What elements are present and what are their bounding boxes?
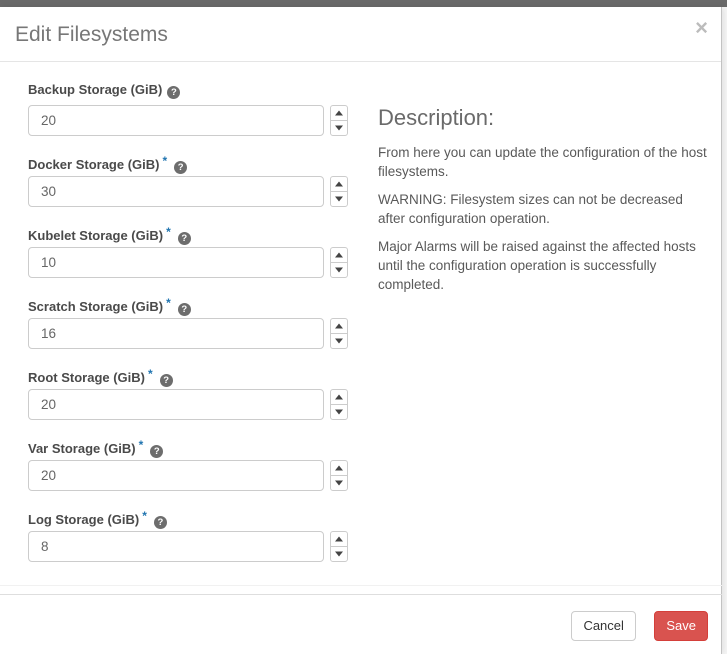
required-asterisk: * (138, 438, 144, 452)
backup-storage-input-wrap (28, 105, 348, 136)
background-navbar (0, 0, 727, 7)
kubelet-storage-input[interactable] (28, 247, 324, 278)
arrow-up-icon (335, 181, 343, 187)
kubelet-storage-spinner (330, 247, 348, 278)
log-storage-spinner (330, 531, 348, 562)
field-label-text: Scratch Storage (GiB) (28, 299, 164, 314)
field-root-storage: Root Storage (GiB) *? (28, 367, 348, 420)
docker-storage-input-wrap (28, 176, 348, 207)
spinner-up-button[interactable] (330, 318, 348, 334)
description-panel: Description: From here you can update th… (378, 105, 712, 303)
field-label-text: Kubelet Storage (GiB) (28, 228, 164, 243)
field-log-storage: Log Storage (GiB) *? (28, 509, 348, 562)
spinner-down-button[interactable] (330, 262, 348, 278)
field-label: Scratch Storage (GiB) *? (28, 296, 348, 316)
required-asterisk: * (166, 296, 171, 310)
description-paragraph: WARNING: Filesystem sizes can not be dec… (378, 192, 683, 226)
spinner-down-button[interactable] (330, 546, 348, 562)
close-button[interactable]: × (695, 17, 708, 39)
description-paragraph: From here you can update the configurati… (378, 145, 707, 179)
modal-footer: Cancel Save (0, 594, 722, 654)
edit-filesystems-modal: Edit Filesystems × Backup Storage (GiB)?… (0, 7, 722, 654)
spinner-down-button[interactable] (330, 404, 348, 420)
body-divider (0, 585, 722, 586)
spinner-down-button[interactable] (330, 120, 348, 136)
field-kubelet-storage: Kubelet Storage (GiB) *? (28, 225, 348, 278)
help-icon[interactable]: ? (150, 445, 164, 458)
backup-storage-spinner (330, 105, 348, 136)
arrow-down-icon (335, 551, 343, 557)
required-asterisk: * (142, 509, 147, 523)
field-docker-storage: Docker Storage (GiB) *? (28, 154, 348, 207)
arrow-down-icon (335, 480, 343, 486)
field-scratch-storage: Scratch Storage (GiB) *? (28, 296, 348, 349)
description-title: Description: (378, 105, 495, 130)
kubelet-storage-input-wrap (28, 247, 348, 278)
spinner-down-button[interactable] (330, 475, 348, 491)
backup-storage-input[interactable] (28, 105, 324, 136)
required-asterisk: * (162, 154, 168, 168)
help-icon[interactable]: ? (177, 232, 191, 245)
field-label-text: Log Storage (GiB) (28, 512, 140, 527)
spinner-up-button[interactable] (330, 531, 348, 547)
filesystem-form: Backup Storage (GiB)? Docker Storage (Gi… (28, 83, 348, 580)
help-icon[interactable]: ? (153, 516, 167, 529)
arrow-down-icon (335, 338, 343, 344)
cancel-button[interactable]: Cancel (571, 611, 636, 641)
arrow-down-icon (335, 196, 343, 202)
spinner-up-button[interactable] (330, 176, 348, 192)
spinner-down-button[interactable] (330, 191, 348, 207)
field-label-text: Root Storage (GiB) (28, 370, 145, 385)
required-asterisk: * (166, 225, 171, 239)
help-icon[interactable]: ? (167, 86, 181, 99)
field-label-text: Backup Storage (GiB) (28, 82, 163, 97)
log-storage-input-wrap (28, 531, 348, 562)
arrow-up-icon (335, 252, 343, 258)
field-label: Root Storage (GiB) *? (28, 367, 348, 387)
field-backup-storage: Backup Storage (GiB)? (28, 83, 348, 136)
field-label: Var Storage (GiB) *? (28, 438, 348, 458)
var-storage-input[interactable] (28, 460, 324, 491)
arrow-up-icon (335, 394, 343, 400)
field-label-text: Var Storage (GiB) (28, 441, 136, 456)
help-icon[interactable]: ? (159, 374, 173, 387)
modal-header: Edit Filesystems × (0, 7, 721, 62)
scratch-storage-input-wrap (28, 318, 348, 349)
close-icon: × (695, 15, 708, 40)
scratch-storage-spinner (330, 318, 348, 349)
field-label: Log Storage (GiB) *? (28, 509, 348, 529)
arrow-down-icon (335, 409, 343, 415)
arrow-up-icon (335, 536, 343, 542)
field-label: Kubelet Storage (GiB) *? (28, 225, 348, 245)
help-icon[interactable]: ? (177, 303, 191, 316)
arrow-up-icon (335, 323, 343, 329)
field-label-text: Docker Storage (GiB) (28, 157, 160, 172)
arrow-up-icon (335, 465, 343, 471)
arrow-up-icon (335, 110, 343, 116)
arrow-down-icon (335, 125, 343, 131)
var-storage-input-wrap (28, 460, 348, 491)
root-storage-input[interactable] (28, 389, 324, 420)
save-button[interactable]: Save (654, 611, 708, 641)
docker-storage-spinner (330, 176, 348, 207)
spinner-up-button[interactable] (330, 389, 348, 405)
spinner-up-button[interactable] (330, 247, 348, 263)
spinner-down-button[interactable] (330, 333, 348, 349)
help-icon[interactable]: ? (174, 161, 188, 174)
field-label: Docker Storage (GiB) *? (28, 154, 348, 174)
modal-title: Edit Filesystems (15, 23, 168, 46)
spinner-up-button[interactable] (330, 105, 348, 121)
root-storage-spinner (330, 389, 348, 420)
root-storage-input-wrap (28, 389, 348, 420)
var-storage-spinner (330, 460, 348, 491)
scratch-storage-input[interactable] (28, 318, 324, 349)
arrow-down-icon (335, 267, 343, 273)
field-label: Backup Storage (GiB)? (28, 82, 348, 99)
log-storage-input[interactable] (28, 531, 324, 562)
docker-storage-input[interactable] (28, 176, 324, 207)
description-paragraph: Major Alarms will be raised against the … (378, 239, 696, 292)
spinner-up-button[interactable] (330, 460, 348, 476)
required-asterisk: * (148, 367, 153, 381)
field-var-storage: Var Storage (GiB) *? (28, 438, 348, 491)
